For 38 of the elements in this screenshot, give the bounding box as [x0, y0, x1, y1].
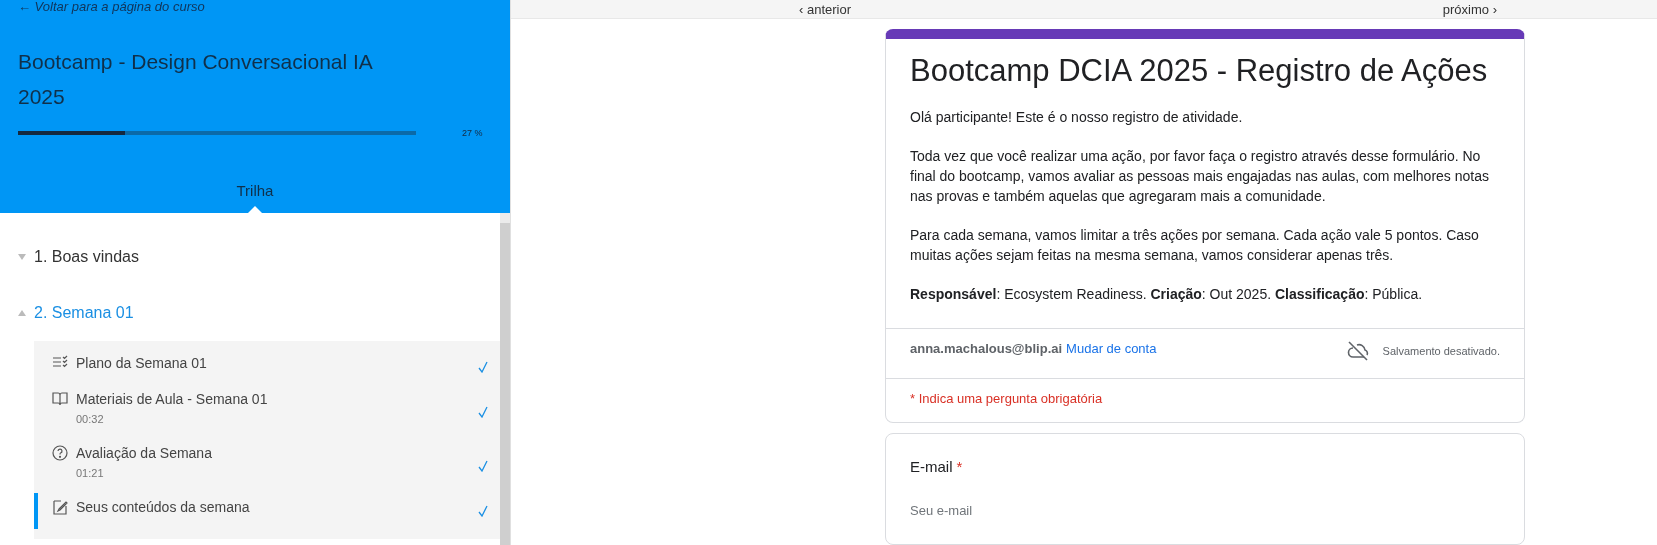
question-label: E-mail *: [910, 458, 964, 475]
required-mark: *: [956, 458, 963, 475]
collapse-icon: [18, 310, 26, 316]
lesson-item[interactable]: Plano da Semana 01: [34, 349, 500, 385]
back-link[interactable]: ← Voltar para a página do curso: [18, 0, 205, 14]
lesson-title: Avaliação da Semana: [76, 445, 213, 461]
form-title: Bootcamp DCIA 2025 - Registro de Ações: [909, 52, 1489, 90]
lesson-title: Seus conteúdos da semana: [76, 499, 251, 515]
description-paragraph: Para cada semana, vamos limitar a três ações por semana. Cada ação vale 5 pontos. Caso muitas ações sejam feitas na mesma semana, vamos considerar apenas três.: [910, 226, 1480, 265]
lesson-duration: 00:32: [76, 413, 105, 425]
scrollbar[interactable]: [500, 213, 510, 545]
section-title: 1. Boas vindas: [34, 248, 139, 266]
section-header[interactable]: 1. Boas vindas: [0, 229, 500, 285]
lesson-title: Materiais de Aula - Semana 01: [76, 391, 269, 407]
required-note: * Indica uma pergunta obrigatória: [886, 378, 1524, 422]
checklist-icon: [52, 355, 68, 369]
cloud-off-icon: [1346, 341, 1369, 361]
account-email: anna.machalous@blip.ai: [910, 341, 1063, 356]
lesson-title: Plano da Semana 01: [76, 355, 208, 371]
section-title: 2. Semana 01: [34, 304, 134, 322]
save-status: Salvamento desativado.: [1382, 345, 1500, 357]
edit-icon: [52, 499, 68, 515]
description-paragraph: Olá participante! Este é o nosso registro de atividade.: [910, 108, 1244, 127]
book-icon: [52, 391, 68, 406]
expand-icon: [18, 254, 26, 260]
trail-tab[interactable]: Trilha: [236, 182, 274, 213]
course-title: Bootcamp - Design Conversacional IA 2025: [18, 49, 374, 110]
section-header[interactable]: 2. Semana 01: [0, 285, 500, 341]
lesson-item[interactable]: Materiais de Aula - Semana 01 00:32: [34, 385, 500, 439]
lesson-duration: 01:21: [76, 467, 105, 479]
switch-account-link[interactable]: Mudar de conta: [1066, 341, 1157, 356]
next-link[interactable]: próximo ›: [1442, 1, 1497, 17]
previous-link[interactable]: ‹ anterior: [799, 1, 852, 17]
description-paragraph: Toda vez que você realizar uma ação, por favor faça o registro através desse formulário. No final do bootcamp, vamos avaliar as pessoas mais engajadas nas aulas, com melhores notas nas provas e também aquelas que agregaram mais a comunidade.: [910, 147, 1490, 206]
progress-reading: 27 %: [462, 128, 483, 138]
description-paragraph: Responsável: Ecosystem Readiness. Criação: Out 2025. Classificação: Pública.: [910, 285, 1424, 304]
lesson-item[interactable]: Avaliação da Semana 01:21: [34, 439, 500, 493]
question-icon: [52, 445, 68, 461]
